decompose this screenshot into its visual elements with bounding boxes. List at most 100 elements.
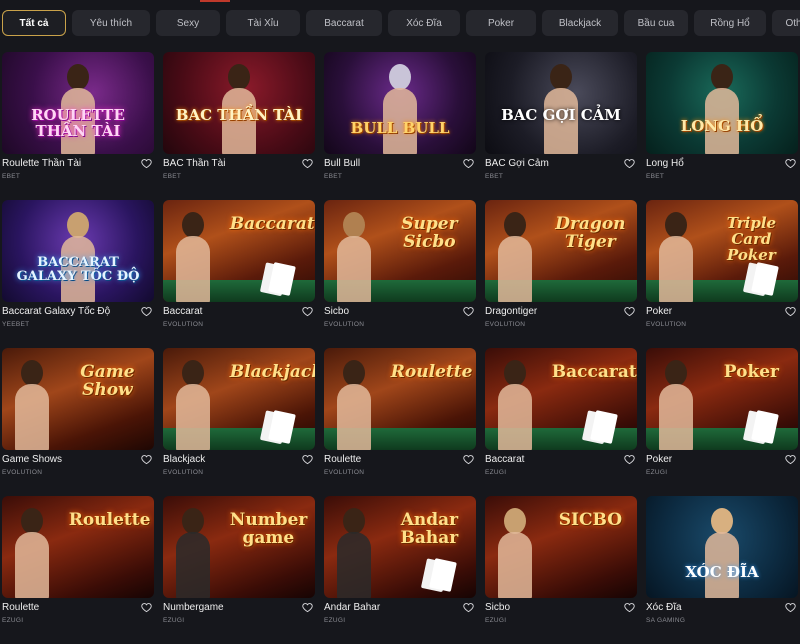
game-card[interactable]: Blackjack Blackjack EVOLUTION <box>163 348 315 496</box>
playing-cards <box>429 558 457 592</box>
tab-sexy[interactable]: Sexy <box>156 10 220 36</box>
game-card[interactable]: Roulette Roulette EZUGI <box>2 496 154 644</box>
heart-icon[interactable] <box>463 158 474 169</box>
game-card[interactable]: BACCARAT GALAXY TỐC ĐỘ Baccarat Galaxy T… <box>2 200 154 348</box>
game-thumbnail[interactable]: Andar Bahar <box>324 496 476 598</box>
game-thumbnail[interactable]: Blackjack <box>163 348 315 450</box>
tab-other[interactable]: Other <box>772 10 800 36</box>
dealer-image <box>67 64 89 90</box>
heart-icon[interactable] <box>785 306 796 317</box>
game-thumbnail[interactable]: Game Show <box>2 348 154 450</box>
game-card[interactable]: LONG HỔ Long Hổ EBET <box>646 52 798 200</box>
dealer-image <box>504 508 527 534</box>
game-thumbnail[interactable]: BAC GỢI CẢM <box>485 52 637 154</box>
game-card[interactable]: SICBO Sicbo EZUGI <box>485 496 637 644</box>
game-thumbnail[interactable]: Super Sicbo <box>324 200 476 302</box>
dealer-image <box>504 212 527 238</box>
game-logo: Roulette <box>68 510 151 531</box>
tab-bau-cua[interactable]: Bầu cua <box>624 10 688 36</box>
dealer-figure <box>176 236 211 302</box>
game-thumbnail[interactable]: BULL BULL <box>324 52 476 154</box>
game-title: Poker <box>646 454 673 465</box>
heart-icon[interactable] <box>624 454 635 465</box>
game-provider: EZUGI <box>485 617 507 624</box>
heart-icon[interactable] <box>302 158 313 169</box>
dealer-figure <box>659 384 694 450</box>
heart-icon[interactable] <box>463 454 474 465</box>
game-thumbnail[interactable]: LONG HỔ <box>646 52 798 154</box>
game-logo: Triple Card Poker <box>726 214 777 264</box>
game-provider: EVOLUTION <box>646 321 687 328</box>
game-card[interactable]: Game Show Game Shows EVOLUTION <box>2 348 154 496</box>
heart-icon[interactable] <box>785 158 796 169</box>
game-card[interactable]: Number game Numbergame EZUGI <box>163 496 315 644</box>
game-title: Baccarat <box>163 306 203 317</box>
game-thumbnail[interactable]: Number game <box>163 496 315 598</box>
game-card[interactable]: BAC THẦN TÀI BAC Thần Tài EBET <box>163 52 315 200</box>
game-thumbnail[interactable]: BACCARAT GALAXY TỐC ĐỘ <box>2 200 154 302</box>
game-thumbnail[interactable]: SICBO <box>485 496 637 598</box>
game-logo: XÓC ĐĨA <box>685 563 759 582</box>
game-provider: EZUGI <box>324 617 346 624</box>
game-thumbnail[interactable]: Dragon Tiger <box>485 200 637 302</box>
game-thumbnail[interactable]: Baccarat <box>485 348 637 450</box>
tab-xoc-dia[interactable]: Xóc Đĩa <box>388 10 460 36</box>
game-card[interactable]: Roulette Roulette EVOLUTION <box>324 348 476 496</box>
tab-favorites[interactable]: Yêu thích <box>72 10 150 36</box>
tab-baccarat[interactable]: Baccarat <box>306 10 382 36</box>
game-thumbnail[interactable]: BAC THẦN TÀI <box>163 52 315 154</box>
heart-icon[interactable] <box>302 306 313 317</box>
game-card[interactable]: Dragon Tiger Dragontiger EVOLUTION <box>485 200 637 348</box>
game-card[interactable]: XÓC ĐĨA Xóc Đĩa SA GAMING <box>646 496 798 644</box>
game-logo: BULL BULL <box>350 119 450 138</box>
heart-icon[interactable] <box>141 454 152 465</box>
game-title: Numbergame <box>163 602 224 613</box>
game-card[interactable]: Baccarat Baccarat EVOLUTION <box>163 200 315 348</box>
dealer-figure <box>498 532 533 598</box>
heart-icon[interactable] <box>785 454 796 465</box>
game-card[interactable]: Super Sicbo Sicbo EVOLUTION <box>324 200 476 348</box>
heart-icon[interactable] <box>624 158 635 169</box>
game-title: Sicbo <box>485 602 511 613</box>
heart-icon[interactable] <box>302 602 313 613</box>
game-thumbnail[interactable]: ROULETTE THẦN TÀI <box>2 52 154 154</box>
game-card[interactable]: Poker Poker EZUGI <box>646 348 798 496</box>
tab-tai-xiu[interactable]: Tài Xỉu <box>226 10 300 36</box>
heart-icon[interactable] <box>141 602 152 613</box>
heart-icon[interactable] <box>624 306 635 317</box>
heart-icon[interactable] <box>302 454 313 465</box>
game-thumbnail[interactable]: Triple Card Poker <box>646 200 798 302</box>
game-thumbnail[interactable]: Baccarat <box>163 200 315 302</box>
game-card[interactable]: BAC GỢI CẢM BAC Gợi Cảm EBET <box>485 52 637 200</box>
game-title: Game Shows <box>2 454 63 465</box>
tab-poker[interactable]: Poker <box>466 10 536 36</box>
dealer-figure <box>15 532 50 598</box>
game-title: Dragontiger <box>485 306 538 317</box>
game-title: BAC Gợi Cảm <box>485 158 549 169</box>
game-thumbnail[interactable]: Roulette <box>2 496 154 598</box>
game-card[interactable]: Baccarat Baccarat EZUGI <box>485 348 637 496</box>
dealer-image <box>711 64 733 90</box>
game-card[interactable]: ROULETTE THẦN TÀI Roulette Thần Tài EBET <box>2 52 154 200</box>
tab-blackjack[interactable]: Blackjack <box>542 10 618 36</box>
game-card[interactable]: Andar Bahar Andar Bahar EZUGI <box>324 496 476 644</box>
dealer-image <box>343 360 366 386</box>
heart-icon[interactable] <box>463 306 474 317</box>
heart-icon[interactable] <box>463 602 474 613</box>
heart-icon[interactable] <box>785 602 796 613</box>
game-logo: Andar Bahar <box>400 510 459 549</box>
game-card[interactable]: BULL BULL Bull Bull EBET <box>324 52 476 200</box>
game-logo: BACCARAT GALAXY TỐC ĐỘ <box>16 255 140 284</box>
game-provider: EVOLUTION <box>324 321 365 328</box>
game-thumbnail[interactable]: Poker <box>646 348 798 450</box>
game-provider: EZUGI <box>485 469 507 476</box>
tab-all[interactable]: Tất cả <box>2 10 66 36</box>
heart-icon[interactable] <box>141 306 152 317</box>
heart-icon[interactable] <box>141 158 152 169</box>
heart-icon[interactable] <box>624 602 635 613</box>
game-card[interactable]: Triple Card Poker Poker EVOLUTION <box>646 200 798 348</box>
game-thumbnail[interactable]: Roulette <box>324 348 476 450</box>
tab-rong-ho[interactable]: Rồng Hổ <box>694 10 766 36</box>
game-thumbnail[interactable]: XÓC ĐĨA <box>646 496 798 598</box>
dealer-figure <box>337 532 372 598</box>
